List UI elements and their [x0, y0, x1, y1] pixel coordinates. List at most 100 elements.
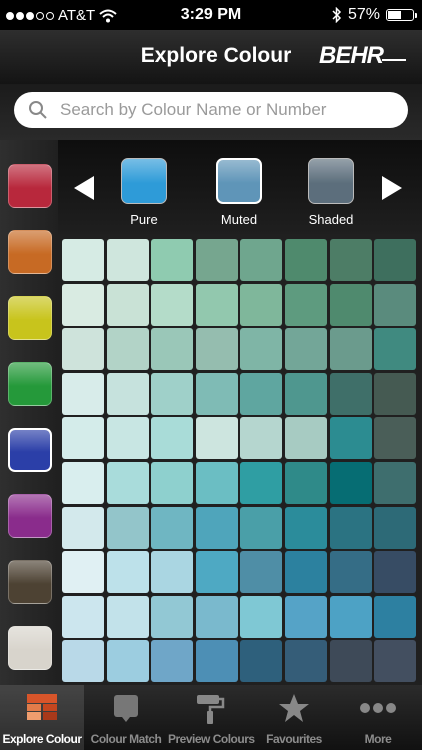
colour-chip[interactable] — [195, 283, 238, 326]
colour-chip[interactable] — [151, 462, 194, 504]
colour-chip[interactable] — [62, 372, 104, 415]
colour-chip[interactable] — [329, 506, 372, 549]
colour-chip[interactable] — [151, 417, 194, 460]
tone-muted[interactable]: Muted — [209, 158, 269, 227]
colour-chip[interactable] — [329, 372, 372, 415]
colour-chip[interactable] — [374, 551, 417, 594]
colour-chip[interactable] — [240, 640, 283, 683]
colour-chip[interactable] — [62, 551, 104, 594]
colour-chip[interactable] — [195, 506, 238, 549]
colour-chip[interactable] — [285, 417, 327, 460]
colour-chip[interactable] — [240, 595, 283, 638]
colour-chip[interactable] — [374, 506, 417, 549]
colour-chip[interactable] — [62, 328, 104, 371]
colour-family-brown[interactable] — [8, 560, 52, 604]
colour-chip[interactable] — [151, 239, 194, 281]
colour-chip[interactable] — [329, 239, 372, 281]
tone-shaded[interactable]: Shaded — [301, 158, 361, 227]
colour-chip[interactable] — [240, 506, 283, 549]
colour-chip[interactable] — [106, 328, 149, 371]
colour-chip[interactable] — [329, 640, 372, 683]
colour-family-purple[interactable] — [8, 494, 52, 538]
next-arrow-icon[interactable] — [382, 176, 402, 200]
colour-chip[interactable] — [106, 506, 149, 549]
colour-chip[interactable] — [285, 328, 327, 371]
colour-chip[interactable] — [240, 417, 283, 460]
colour-chip[interactable] — [106, 239, 149, 281]
colour-chip[interactable] — [374, 417, 417, 460]
colour-chip[interactable] — [106, 640, 149, 683]
colour-chip[interactable] — [329, 551, 372, 594]
colour-chip[interactable] — [151, 372, 194, 415]
colour-chip[interactable] — [240, 239, 283, 281]
colour-chip[interactable] — [151, 595, 194, 638]
colour-chip[interactable] — [195, 239, 238, 281]
colour-chip[interactable] — [195, 595, 238, 638]
colour-chip[interactable] — [62, 640, 104, 683]
colour-chip[interactable] — [106, 417, 149, 460]
colour-chip[interactable] — [374, 640, 417, 683]
colour-chip[interactable] — [62, 239, 104, 281]
colour-chip[interactable] — [374, 372, 417, 415]
colour-chip[interactable] — [106, 551, 149, 594]
colour-chip[interactable] — [62, 417, 104, 460]
colour-chip[interactable] — [151, 551, 194, 594]
colour-chip[interactable] — [329, 417, 372, 460]
colour-chip[interactable] — [62, 462, 104, 504]
tab-colour-match[interactable]: Colour Match — [84, 685, 168, 750]
colour-chip[interactable] — [151, 640, 194, 683]
colour-chip[interactable] — [62, 595, 104, 638]
colour-chip[interactable] — [151, 283, 194, 326]
colour-chip[interactable] — [374, 328, 417, 371]
colour-chip[interactable] — [285, 506, 327, 549]
colour-chip[interactable] — [374, 239, 417, 281]
search-input[interactable] — [58, 99, 382, 121]
colour-chip[interactable] — [195, 372, 238, 415]
colour-chip[interactable] — [285, 595, 327, 638]
colour-chip[interactable] — [329, 283, 372, 326]
colour-chip[interactable] — [106, 595, 149, 638]
colour-chip[interactable] — [195, 417, 238, 460]
colour-chip[interactable] — [374, 595, 417, 638]
colour-family-yellow[interactable] — [8, 296, 52, 340]
colour-family-orange[interactable] — [8, 230, 52, 274]
colour-chip[interactable] — [195, 640, 238, 683]
colour-chip[interactable] — [106, 283, 149, 326]
colour-family-blue[interactable] — [8, 428, 52, 472]
colour-chip[interactable] — [62, 283, 104, 326]
colour-chip[interactable] — [285, 372, 327, 415]
previous-arrow-icon[interactable] — [74, 176, 94, 200]
colour-chip[interactable] — [106, 462, 149, 504]
colour-chip[interactable] — [329, 462, 372, 504]
colour-chip[interactable] — [285, 462, 327, 504]
colour-chip[interactable] — [374, 283, 417, 326]
colour-chip[interactable] — [285, 239, 327, 281]
colour-chip[interactable] — [285, 551, 327, 594]
colour-chip[interactable] — [329, 595, 372, 638]
colour-chip[interactable] — [195, 462, 238, 504]
tab-favourites[interactable]: Favourites — [252, 685, 336, 750]
colour-family-neutral[interactable] — [8, 626, 52, 670]
tab-preview-colours[interactable]: Preview Colours — [168, 685, 255, 750]
colour-chip[interactable] — [285, 283, 327, 326]
colour-chip[interactable] — [240, 328, 283, 371]
colour-chip[interactable] — [240, 551, 283, 594]
tone-pure[interactable]: Pure — [114, 158, 174, 227]
colour-family-red[interactable] — [8, 164, 52, 208]
tab-more[interactable]: More — [336, 685, 420, 750]
tab-explore-colour[interactable]: Explore Colour — [0, 685, 84, 750]
colour-chip[interactable] — [151, 328, 194, 371]
colour-chip[interactable] — [195, 328, 238, 371]
colour-chip[interactable] — [374, 462, 417, 504]
colour-chip[interactable] — [195, 551, 238, 594]
colour-chip[interactable] — [151, 506, 194, 549]
colour-chip[interactable] — [240, 372, 283, 415]
colour-chip[interactable] — [106, 372, 149, 415]
colour-chip[interactable] — [285, 640, 327, 683]
colour-chip[interactable] — [329, 328, 372, 371]
colour-chip[interactable] — [240, 283, 283, 326]
colour-chip[interactable] — [62, 506, 104, 549]
search-field[interactable] — [14, 92, 408, 128]
colour-chip[interactable] — [240, 462, 283, 504]
colour-family-green[interactable] — [8, 362, 52, 406]
